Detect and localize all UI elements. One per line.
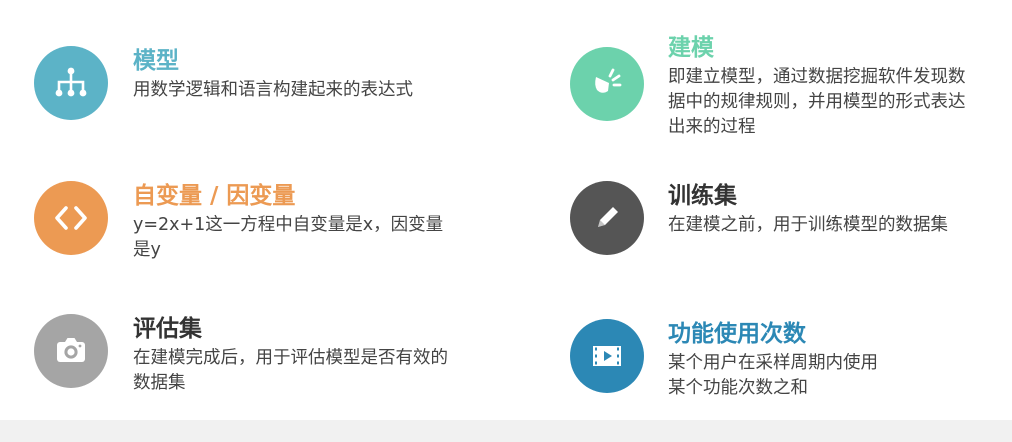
video-icon: [570, 319, 644, 393]
hierarchy-icon: [34, 46, 108, 120]
term-title: 模型: [133, 48, 179, 74]
term-model: 模型 用数学逻辑和语言构建起来的表达式: [34, 46, 454, 156]
pencil-icon: [570, 181, 644, 255]
cone-light-icon: [570, 47, 644, 121]
term-title: 自变量 / 因变量: [133, 183, 296, 209]
term-title: 训练集: [668, 183, 737, 209]
bottom-strip: [0, 420, 1012, 442]
term-title: 功能使用次数: [668, 321, 806, 347]
term-description: 用数学逻辑和语言构建起来的表达式: [133, 80, 413, 100]
term-description: 在建模完成后，用于评估模型是否有效的数据集: [133, 348, 448, 393]
term-evaluation-set: 评估集 在建模完成后，用于评估模型是否有效的数据集: [34, 314, 454, 424]
term-description: y=2x+1这一方程中自变量是x，因变量是y: [133, 215, 444, 260]
term-description: 即建立模型，通过数据挖掘软件发现数据中的规律规则，并用模型的形式表达出来的过程: [668, 67, 966, 137]
code-icon: [34, 181, 108, 255]
term-title: 评估集: [133, 316, 202, 342]
term-title: 建模: [668, 35, 714, 61]
term-modeling: 建模 即建立模型，通过数据挖掘软件发现数据中的规律规则，并用模型的形式表达出来的…: [570, 33, 990, 143]
camera-icon: [34, 314, 108, 388]
term-feature-usage-count: 功能使用次数 某个用户在采样周期内使用某个功能次数之和: [570, 319, 990, 429]
term-description: 某个用户在采样周期内使用某个功能次数之和: [668, 353, 878, 398]
term-training-set: 训练集 在建模之前，用于训练模型的数据集: [570, 181, 990, 291]
term-description: 在建模之前，用于训练模型的数据集: [668, 215, 948, 235]
term-variables: 自变量 / 因变量 y=2x+1这一方程中自变量是x，因变量是y: [34, 181, 454, 291]
